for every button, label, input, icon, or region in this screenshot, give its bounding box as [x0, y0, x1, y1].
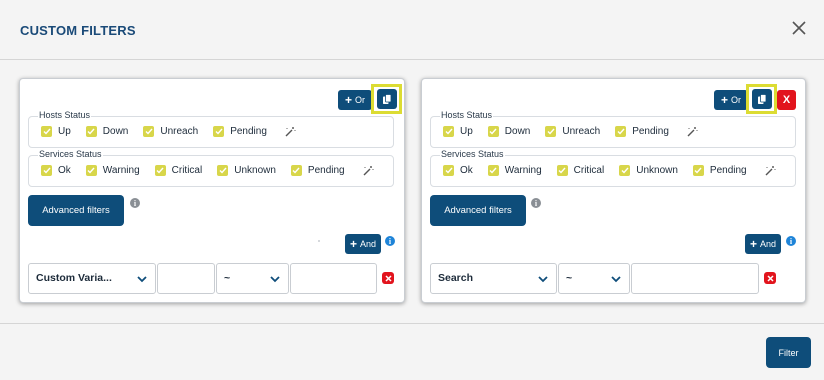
operator-select[interactable]: ~ [216, 263, 289, 294]
checkbox-icon [443, 165, 454, 176]
chevron-down-icon [611, 276, 621, 283]
info-icon[interactable]: i [786, 236, 796, 246]
checkbox-icon [487, 126, 499, 137]
checkbox-service-warning[interactable]: Warning [85, 165, 140, 176]
checkbox-host-unreach[interactable]: Unreach [143, 126, 198, 137]
field-select[interactable]: Search [430, 263, 557, 294]
checkbox-icon [692, 165, 704, 176]
checkbox-icon [545, 126, 557, 137]
copy-highlight [371, 84, 402, 114]
field-select[interactable]: Custom Varia... [28, 263, 156, 294]
copy-group-button[interactable] [751, 89, 772, 109]
divider-dot [318, 240, 320, 242]
services-status-legend: Services Status [38, 149, 103, 159]
value-input[interactable] [631, 263, 759, 294]
dialog-footer: Filter [0, 323, 824, 380]
filter-group-1: + Or Hosts Status Up Down Unreach Pending… [19, 78, 405, 303]
chevron-down-icon [137, 276, 147, 283]
hosts-status-legend: Hosts Status [440, 110, 494, 120]
magic-wand-icon[interactable] [362, 165, 374, 177]
magic-wand-icon[interactable] [686, 126, 698, 138]
chevron-down-icon [270, 276, 280, 283]
hosts-status-fieldset: Hosts Status Up Down Unreach Pending [28, 110, 394, 148]
info-icon[interactable]: i [385, 236, 395, 246]
checkbox-icon [213, 126, 225, 137]
delete-group-button[interactable]: X [777, 90, 796, 110]
checkbox-service-critical[interactable]: Critical [556, 165, 604, 176]
checkbox-host-pending[interactable]: Pending [615, 126, 669, 137]
info-icon[interactable]: i [130, 198, 140, 208]
checkbox-service-unknown[interactable]: Unknown [217, 165, 276, 176]
checkbox-icon [41, 126, 52, 137]
operator-select[interactable]: ~ [558, 263, 630, 294]
field-name-input[interactable] [157, 263, 215, 294]
dialog-header: CUSTOM FILTERS [0, 0, 824, 60]
checkbox-host-pending[interactable]: Pending [213, 126, 267, 137]
checkbox-host-down[interactable]: Down [85, 126, 128, 137]
checkbox-icon [556, 165, 568, 176]
close-icon [766, 274, 774, 282]
add-or-button[interactable]: + Or [338, 90, 372, 110]
checkbox-icon [154, 165, 166, 176]
add-and-button[interactable]: + And [345, 234, 381, 254]
checkbox-service-pending[interactable]: Pending [290, 165, 345, 176]
checkbox-host-down[interactable]: Down [487, 126, 530, 137]
checkbox-service-critical[interactable]: Critical [154, 165, 202, 176]
checkbox-icon [487, 165, 499, 176]
magic-wand-icon[interactable] [284, 126, 296, 138]
checkbox-icon [85, 165, 97, 176]
checkbox-host-up[interactable]: Up [41, 126, 71, 137]
checkbox-icon [619, 165, 631, 176]
copy-icon [382, 93, 391, 104]
filter-group-2: + Or X Hosts Status Up Down Unreach Pendi… [421, 78, 806, 303]
copy-highlight [746, 84, 777, 114]
hosts-status-fieldset: Hosts Status Up Down Unreach Pending [430, 110, 796, 148]
checkbox-icon [615, 126, 627, 137]
chevron-down-icon [538, 276, 548, 283]
services-status-fieldset: Services Status Ok Warning Critical Unkn… [28, 149, 394, 187]
value-input[interactable] [290, 263, 377, 294]
advanced-filters-button[interactable]: Advanced filters [430, 195, 526, 226]
checkbox-icon [85, 126, 97, 137]
checkbox-icon [143, 126, 155, 137]
checkbox-host-unreach[interactable]: Unreach [545, 126, 600, 137]
checkbox-service-warning[interactable]: Warning [487, 165, 542, 176]
checkbox-icon [217, 165, 229, 176]
services-status-legend: Services Status [440, 149, 505, 159]
copy-group-button[interactable] [376, 89, 397, 109]
checkbox-icon [443, 126, 454, 137]
hosts-status-legend: Hosts Status [38, 110, 92, 120]
info-icon[interactable]: i [531, 198, 541, 208]
remove-condition-button[interactable] [764, 272, 776, 284]
close-icon[interactable] [790, 19, 808, 37]
services-status-fieldset: Services Status Ok Warning Critical Unkn… [430, 149, 796, 187]
checkbox-icon [290, 165, 302, 176]
checkbox-host-up[interactable]: Up [443, 126, 473, 137]
checkbox-icon [41, 165, 52, 176]
add-and-button[interactable]: + And [745, 234, 781, 254]
checkbox-service-unknown[interactable]: Unknown [619, 165, 678, 176]
close-icon [384, 274, 392, 282]
magic-wand-icon[interactable] [764, 165, 776, 177]
filter-button[interactable]: Filter [766, 337, 811, 368]
dialog-title: CUSTOM FILTERS [20, 23, 136, 38]
copy-icon [757, 93, 766, 104]
add-or-button[interactable]: + Or [714, 90, 748, 110]
checkbox-service-ok[interactable]: Ok [443, 165, 473, 176]
checkbox-service-pending[interactable]: Pending [692, 165, 747, 176]
advanced-filters-button[interactable]: Advanced filters [28, 195, 124, 226]
checkbox-service-ok[interactable]: Ok [41, 165, 71, 176]
remove-condition-button[interactable] [382, 272, 394, 284]
